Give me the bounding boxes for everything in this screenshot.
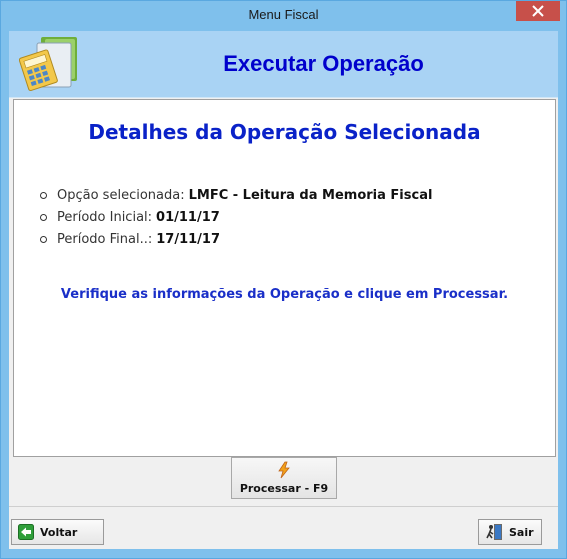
details-panel: Detalhes da Operação Selecionada Opção s… — [13, 99, 556, 457]
item-value: 01/11/17 — [156, 209, 220, 225]
instruction-text: Verifique as informações da Operação e c… — [60, 287, 509, 302]
list-item: Opção selecionada: LMFC - Leitura da Mem… — [40, 184, 432, 206]
item-label: Período Inicial: — [57, 209, 153, 225]
item-value: 17/11/17 — [156, 231, 221, 247]
arrow-left-icon — [18, 524, 34, 540]
item-label: Opção selecionada: — [57, 187, 185, 203]
header-title: Executar Operação — [223, 51, 424, 76]
title-bar[interactable]: Menu Fiscal — [1, 1, 566, 31]
exit-button-label: Sair — [509, 525, 534, 539]
exit-button[interactable]: Sair — [478, 519, 542, 545]
bullet-icon — [40, 191, 47, 199]
list-item: Período Final..: 17/11/17 — [40, 228, 432, 250]
back-button[interactable]: Voltar — [11, 519, 104, 545]
details-title: Detalhes da Operação Selecionada — [88, 120, 481, 144]
close-icon — [532, 5, 544, 17]
exit-door-icon — [485, 523, 503, 541]
client-area: Executar Operação Detalhes da Operação S… — [9, 31, 558, 549]
item-value: LMFC - Leitura da Memoria Fiscal — [188, 187, 433, 203]
footer-divider — [9, 506, 558, 507]
close-button[interactable] — [516, 1, 560, 21]
window-title: Menu Fiscal — [248, 7, 319, 22]
process-button[interactable]: Processar - F9 — [231, 457, 337, 499]
details-list: Opção selecionada: LMFC - Leitura da Mem… — [40, 184, 432, 250]
window: Menu Fiscal Executar Operação Detalhes d… — [0, 0, 567, 559]
list-item: Período Inicial: 01/11/17 — [40, 206, 432, 228]
bullet-icon — [40, 235, 47, 243]
back-button-label: Voltar — [40, 525, 78, 539]
lightning-icon — [276, 461, 292, 483]
process-button-label: Processar - F9 — [239, 482, 329, 495]
header: Executar Operação — [9, 31, 558, 98]
bullet-icon — [40, 213, 47, 221]
item-label: Período Final..: — [57, 231, 153, 247]
